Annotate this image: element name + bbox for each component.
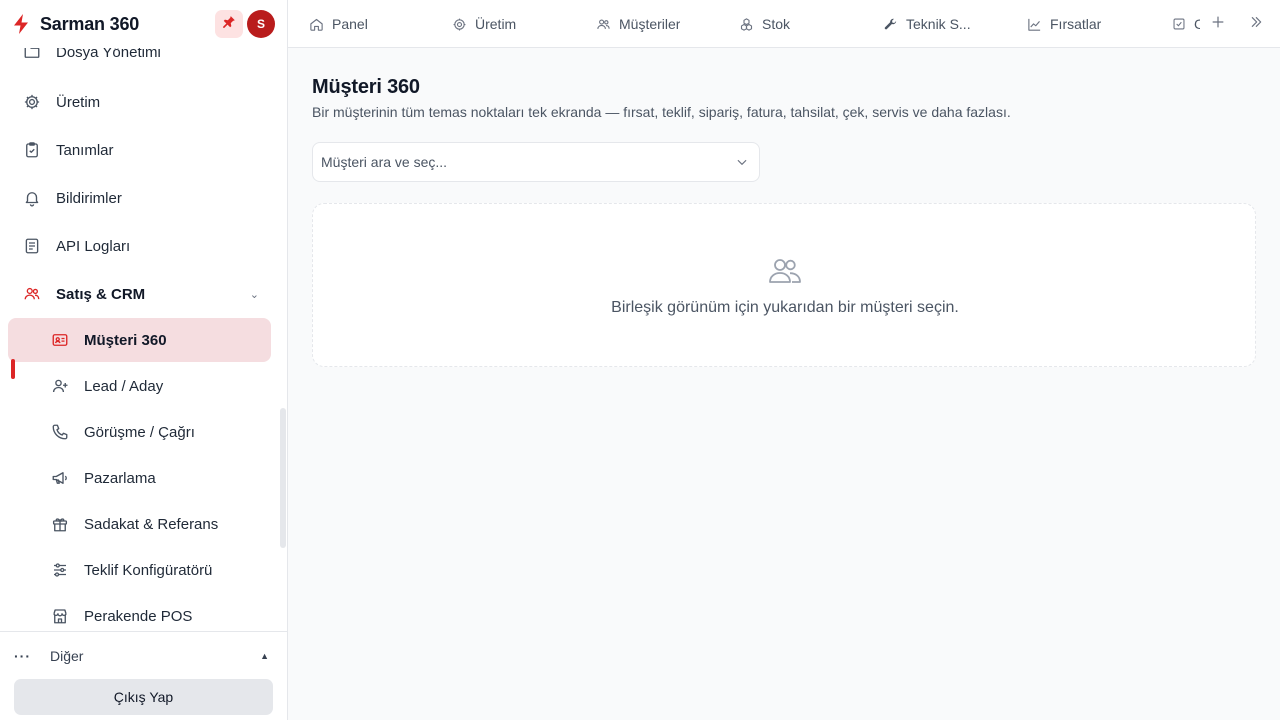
logout-button[interactable]: Çıkış Yap: [14, 679, 273, 715]
sidebar-item-label: Üretim: [56, 93, 101, 111]
log-list-icon: [22, 236, 42, 256]
sidebar-item-calls[interactable]: Görüşme / Çağrı: [8, 410, 271, 454]
megaphone-icon: [50, 468, 70, 488]
sidebar-item-customer-360[interactable]: Müşteri 360: [8, 318, 271, 362]
sidebar-item-label: Teklif Konfigüratörü: [84, 561, 213, 579]
phone-icon: [50, 422, 70, 442]
tab-label: Fırsatlar: [1050, 16, 1102, 32]
id-card-icon: [50, 330, 70, 350]
page-title: Müşteri 360: [312, 76, 420, 98]
add-tab-button[interactable]: [1208, 14, 1228, 34]
sliders-icon: [50, 560, 70, 580]
users-icon: [768, 256, 802, 284]
sidebar-footer: ··· Diğer ▲ Çıkış Yap: [0, 631, 287, 720]
sidebar-item-label: Perakende POS: [84, 607, 193, 625]
tab-label: Müşteriler: [619, 16, 681, 32]
gift-icon: [50, 514, 70, 534]
customer-select-placeholder: Müşteri ara ve seç...: [321, 154, 448, 170]
gear-icon: [22, 92, 42, 112]
sidebar-item-definitions[interactable]: Tanımlar: [8, 128, 271, 172]
empty-state-message: Birleşik görünüm için yukarıdan bir müşt…: [611, 299, 959, 316]
sidebar-item-label: Görüşme / Çağrı: [84, 423, 195, 441]
tab-label: Teknik S...: [906, 16, 971, 32]
sidebar-item-label: Sadakat & Referans: [84, 515, 219, 533]
tab-label: Üretim: [475, 16, 517, 32]
sidebar-item-label: API Logları: [56, 237, 131, 255]
tab-label: C: [1194, 16, 1200, 32]
sidebar-item-api-logs[interactable]: API Logları: [8, 224, 271, 268]
more-menu-toggle[interactable]: ··· Diğer ▲: [14, 644, 273, 668]
sidebar-item-retail-pos[interactable]: Perakende POS: [8, 594, 271, 631]
tab-panel[interactable]: Panel: [308, 0, 368, 48]
lightning-icon: [12, 13, 32, 35]
sidebar-item-marketing[interactable]: Pazarlama: [8, 456, 271, 500]
sidebar-item-production[interactable]: Üretim: [8, 80, 271, 124]
avatar[interactable]: S: [247, 10, 275, 38]
sidebar-item-quote-configurator[interactable]: Teklif Konfigüratörü: [8, 548, 271, 592]
plus-icon: [1210, 14, 1226, 35]
sidebar-item-label: Bildirimler: [56, 189, 122, 207]
tab-label: Stok: [762, 16, 791, 32]
main-content: Müşteri 360 Bir müşterinin tüm temas nok…: [288, 48, 1280, 720]
more-label: Diğer: [50, 648, 84, 664]
sidebar-item-notifications[interactable]: Bildirimler: [8, 176, 271, 220]
sidebar-item-lead[interactable]: Lead / Aday: [8, 364, 271, 408]
empty-state: Birleşik görünüm için yukarıdan bir müşt…: [312, 203, 1256, 367]
caret-up-icon: ▲: [260, 651, 269, 661]
tab-label: Panel: [332, 16, 368, 32]
chevron-down-icon: [735, 155, 749, 169]
pin-sidebar-button[interactable]: [215, 10, 243, 38]
pin-icon: [222, 15, 236, 34]
wrench-icon: [882, 16, 898, 32]
sidebar-group-label: Satış & CRM: [56, 285, 146, 303]
boxes-icon: [738, 16, 754, 32]
brand-header: Sarman 360 S: [0, 0, 287, 48]
page-subtitle: Bir müşterinin tüm temas noktaları tek e…: [312, 104, 1011, 120]
tab-stock[interactable]: Stok: [738, 0, 790, 48]
tab-bar: Panel Üretim Müşteriler Stok Teknik S...…: [288, 0, 1280, 48]
active-indicator: [11, 359, 15, 379]
brand-name: Sarman 360: [40, 13, 140, 34]
customer-select[interactable]: Müşteri ara ve seç...: [312, 142, 760, 182]
more-dots-icon: ···: [14, 648, 31, 664]
user-plus-icon: [50, 376, 70, 396]
sidebar-item-label: Lead / Aday: [84, 377, 164, 395]
home-icon: [308, 16, 324, 32]
tab-technical-service[interactable]: Teknik S...: [882, 0, 971, 48]
tab-truncated[interactable]: C: [1172, 0, 1200, 48]
sidebar-scrollbar[interactable]: [280, 408, 286, 548]
trend-icon: [1026, 16, 1042, 32]
store-icon: [50, 606, 70, 626]
sidebar-item-loyalty[interactable]: Sadakat & Referans: [8, 502, 271, 546]
sidebar-item-label: Tanımlar: [56, 141, 114, 159]
sidebar-item-label: Pazarlama: [84, 469, 156, 487]
users-icon: [595, 16, 611, 32]
chevrons-right-icon: [1248, 14, 1264, 35]
tab-opportunities[interactable]: Fırsatlar: [1026, 0, 1101, 48]
sidebar-group-sales-crm[interactable]: Satış & CRM ⌄: [8, 272, 271, 316]
chevron-down-icon: ⌄: [249, 288, 259, 301]
tab-production[interactable]: Üretim: [451, 0, 516, 48]
sidebar: Dosya Yönetimi Üretim Tanımlar Bildiriml…: [0, 0, 288, 720]
checkbox-icon: [1172, 16, 1186, 32]
sidebar-nav: Dosya Yönetimi Üretim Tanımlar Bildiriml…: [0, 30, 287, 631]
sidebar-item-label: Müşteri 360: [84, 331, 167, 349]
scroll-tabs-button[interactable]: [1246, 14, 1266, 34]
bell-icon: [22, 188, 42, 208]
gear-icon: [451, 16, 467, 32]
users-icon: [22, 284, 42, 304]
clipboard-icon: [22, 140, 42, 160]
tab-customers[interactable]: Müşteriler: [595, 0, 680, 48]
